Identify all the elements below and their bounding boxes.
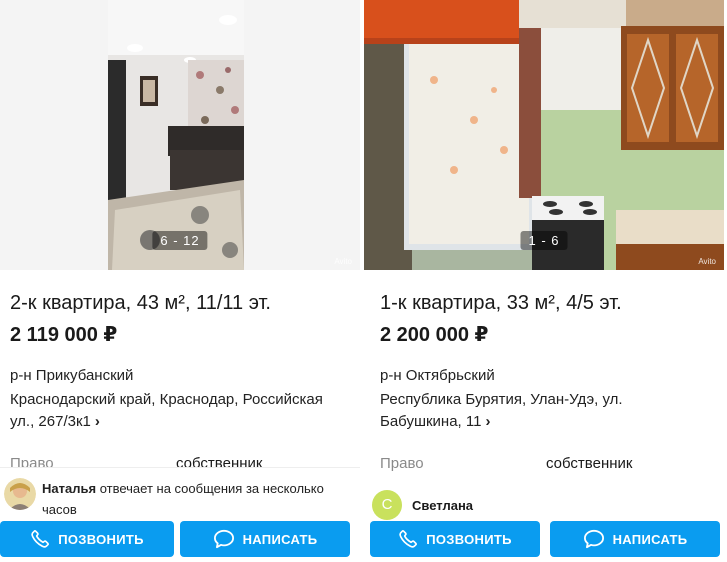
call-button[interactable]: ПОЗВОНИТЬ [370,521,540,557]
param-ownership: Право собственник [10,455,350,467]
seller-contact: С Светлана [364,476,724,526]
photo-counter: 6 - 12 [152,231,208,250]
chat-bubble-icon [213,529,234,549]
chat-bubble-icon [583,529,604,549]
avito-watermark: Avito [334,257,352,266]
listing-price: 2 200 000 ₽ [380,324,489,346]
write-label: НАПИСАТЬ [242,531,318,547]
avatar [4,478,36,510]
seller-name: Наталья [42,481,97,496]
address-text: Республика Бурятия, Улан-Удэ, ул. Бабушк… [380,391,623,430]
write-label: НАПИСАТЬ [612,531,688,547]
param-ownership: Право собственник [380,455,720,475]
phone-icon [31,530,50,548]
seller-contact: Наталья отвечает на сообщения за несколь… [0,467,360,517]
listing-address[interactable]: Республика Бурятия, Улан-Удэ, ул. Бабушк… [380,389,670,433]
avatar: С [372,490,402,520]
call-label: ПОЗВОНИТЬ [58,531,144,547]
seller-response-info: Наталья отвечает на сообщения за несколь… [42,478,352,520]
call-label: ПОЗВОНИТЬ [426,531,512,547]
seller-name: Светлана [412,498,474,513]
write-button[interactable]: НАПИСАТЬ [550,521,720,557]
call-button[interactable]: ПОЗВОНИТЬ [0,521,174,557]
param-value: собственник [176,455,263,467]
listing-district: р-н Прикубанский [10,367,134,384]
avito-watermark: Avito [698,257,716,266]
chevron-right-icon: › [485,413,491,430]
write-button[interactable]: НАПИСАТЬ [180,521,350,557]
apartment-photo-kitchen [364,0,724,270]
address-text: Краснодарский край, Краснодар, Российска… [10,391,323,430]
listing-district: р-н Октябрьский [380,367,495,384]
phone-icon [399,530,418,548]
listing-price: 2 119 000 ₽ [10,324,118,346]
param-value: собственник [546,455,633,472]
param-label: Право [380,455,424,472]
photo-counter: 1 - 6 [520,231,568,250]
listing-photo-1[interactable]: 6 - 12 Avito [0,0,360,270]
listing-title[interactable]: 2-к квартира, 43 м², 11/11 эт. [10,292,271,315]
param-label: Право [10,455,54,467]
listing-card-2[interactable]: 1 - 6 Avito 1-к квартира, 33 м², 4/5 эт.… [364,0,724,562]
listing-address[interactable]: Краснодарский край, Краснодар, Российска… [10,389,340,433]
listing-photo-2[interactable]: 1 - 6 Avito [364,0,724,270]
chevron-right-icon: › [94,413,100,430]
listing-title[interactable]: 1-к квартира, 33 м², 4/5 эт. [380,292,622,315]
listing-card-1[interactable]: 6 - 12 Avito 2-к квартира, 43 м², 11/11 … [0,0,360,562]
apartment-photo-living-room [0,0,360,270]
seller-photo [4,478,36,510]
